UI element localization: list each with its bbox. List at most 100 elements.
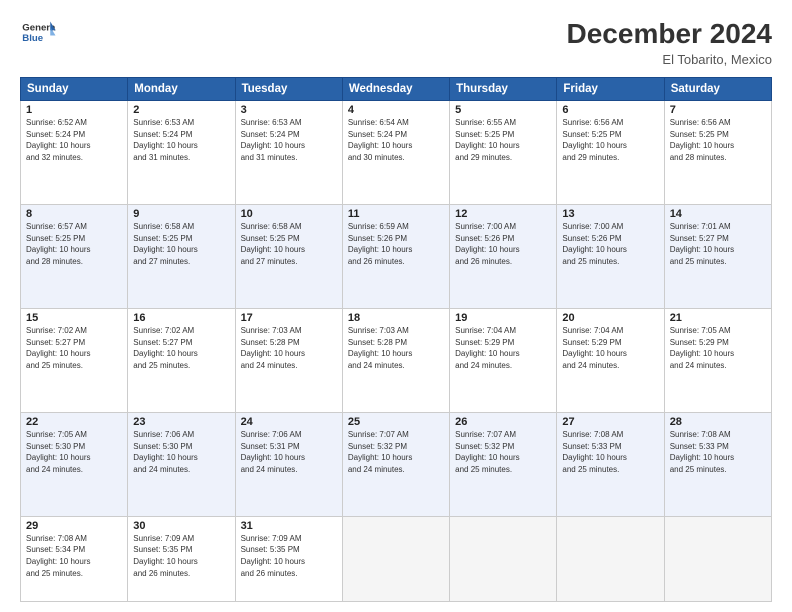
day-info: Sunrise: 6:53 AMSunset: 5:24 PMDaylight:… [133, 117, 229, 163]
day-info: Sunrise: 6:53 AMSunset: 5:24 PMDaylight:… [241, 117, 337, 163]
day-info: Sunrise: 7:07 AMSunset: 5:32 PMDaylight:… [455, 429, 551, 475]
col-header-saturday: Saturday [664, 78, 771, 101]
day-number: 6 [562, 104, 658, 116]
day-number: 12 [455, 208, 551, 220]
day-number: 19 [455, 312, 551, 324]
day-info: Sunrise: 7:08 AMSunset: 5:34 PMDaylight:… [26, 533, 122, 579]
day-number: 14 [670, 208, 766, 220]
day-number: 5 [455, 104, 551, 116]
day-info: Sunrise: 6:56 AMSunset: 5:25 PMDaylight:… [562, 117, 658, 163]
calendar-table: SundayMondayTuesdayWednesdayThursdayFrid… [20, 77, 772, 602]
day-number: 11 [348, 208, 444, 220]
empty-cell [450, 516, 557, 601]
day-cell-29: 29Sunrise: 7:08 AMSunset: 5:34 PMDayligh… [21, 516, 128, 601]
day-info: Sunrise: 7:06 AMSunset: 5:31 PMDaylight:… [241, 429, 337, 475]
day-number: 22 [26, 416, 122, 428]
day-cell-20: 20Sunrise: 7:04 AMSunset: 5:29 PMDayligh… [557, 308, 664, 412]
day-info: Sunrise: 7:02 AMSunset: 5:27 PMDaylight:… [133, 325, 229, 371]
day-info: Sunrise: 6:54 AMSunset: 5:24 PMDaylight:… [348, 117, 444, 163]
week-row-4: 22Sunrise: 7:05 AMSunset: 5:30 PMDayligh… [21, 412, 772, 516]
header: General Blue December 2024 El Tobarito, … [20, 18, 772, 67]
day-number: 9 [133, 208, 229, 220]
col-header-sunday: Sunday [21, 78, 128, 101]
day-number: 8 [26, 208, 122, 220]
day-cell-5: 5Sunrise: 6:55 AMSunset: 5:25 PMDaylight… [450, 101, 557, 205]
day-cell-13: 13Sunrise: 7:00 AMSunset: 5:26 PMDayligh… [557, 204, 664, 308]
day-cell-6: 6Sunrise: 6:56 AMSunset: 5:25 PMDaylight… [557, 101, 664, 205]
header-row: SundayMondayTuesdayWednesdayThursdayFrid… [21, 78, 772, 101]
day-number: 24 [241, 416, 337, 428]
day-info: Sunrise: 6:52 AMSunset: 5:24 PMDaylight:… [26, 117, 122, 163]
day-cell-14: 14Sunrise: 7:01 AMSunset: 5:27 PMDayligh… [664, 204, 771, 308]
calendar: SundayMondayTuesdayWednesdayThursdayFrid… [20, 77, 772, 602]
day-info: Sunrise: 6:59 AMSunset: 5:26 PMDaylight:… [348, 221, 444, 267]
day-number: 23 [133, 416, 229, 428]
day-number: 18 [348, 312, 444, 324]
day-cell-25: 25Sunrise: 7:07 AMSunset: 5:32 PMDayligh… [342, 412, 449, 516]
day-info: Sunrise: 6:56 AMSunset: 5:25 PMDaylight:… [670, 117, 766, 163]
day-info: Sunrise: 7:00 AMSunset: 5:26 PMDaylight:… [455, 221, 551, 267]
page: General Blue December 2024 El Tobarito, … [0, 0, 792, 612]
day-cell-30: 30Sunrise: 7:09 AMSunset: 5:35 PMDayligh… [128, 516, 235, 601]
day-info: Sunrise: 7:08 AMSunset: 5:33 PMDaylight:… [670, 429, 766, 475]
day-info: Sunrise: 7:05 AMSunset: 5:29 PMDaylight:… [670, 325, 766, 371]
day-info: Sunrise: 6:58 AMSunset: 5:25 PMDaylight:… [133, 221, 229, 267]
day-number: 30 [133, 520, 229, 532]
day-number: 4 [348, 104, 444, 116]
day-number: 26 [455, 416, 551, 428]
day-info: Sunrise: 7:07 AMSunset: 5:32 PMDaylight:… [348, 429, 444, 475]
col-header-monday: Monday [128, 78, 235, 101]
day-info: Sunrise: 7:08 AMSunset: 5:33 PMDaylight:… [562, 429, 658, 475]
week-row-2: 8Sunrise: 6:57 AMSunset: 5:25 PMDaylight… [21, 204, 772, 308]
day-info: Sunrise: 7:02 AMSunset: 5:27 PMDaylight:… [26, 325, 122, 371]
day-cell-17: 17Sunrise: 7:03 AMSunset: 5:28 PMDayligh… [235, 308, 342, 412]
day-cell-27: 27Sunrise: 7:08 AMSunset: 5:33 PMDayligh… [557, 412, 664, 516]
day-number: 28 [670, 416, 766, 428]
day-info: Sunrise: 7:03 AMSunset: 5:28 PMDaylight:… [348, 325, 444, 371]
day-number: 20 [562, 312, 658, 324]
day-info: Sunrise: 7:06 AMSunset: 5:30 PMDaylight:… [133, 429, 229, 475]
day-cell-10: 10Sunrise: 6:58 AMSunset: 5:25 PMDayligh… [235, 204, 342, 308]
day-cell-31: 31Sunrise: 7:09 AMSunset: 5:35 PMDayligh… [235, 516, 342, 601]
day-info: Sunrise: 6:57 AMSunset: 5:25 PMDaylight:… [26, 221, 122, 267]
day-number: 17 [241, 312, 337, 324]
month-title: December 2024 [567, 18, 772, 50]
day-cell-16: 16Sunrise: 7:02 AMSunset: 5:27 PMDayligh… [128, 308, 235, 412]
day-cell-22: 22Sunrise: 7:05 AMSunset: 5:30 PMDayligh… [21, 412, 128, 516]
col-header-friday: Friday [557, 78, 664, 101]
empty-cell [342, 516, 449, 601]
day-cell-19: 19Sunrise: 7:04 AMSunset: 5:29 PMDayligh… [450, 308, 557, 412]
day-number: 27 [562, 416, 658, 428]
week-row-1: 1Sunrise: 6:52 AMSunset: 5:24 PMDaylight… [21, 101, 772, 205]
day-info: Sunrise: 7:09 AMSunset: 5:35 PMDaylight:… [133, 533, 229, 579]
day-cell-21: 21Sunrise: 7:05 AMSunset: 5:29 PMDayligh… [664, 308, 771, 412]
svg-text:Blue: Blue [22, 33, 43, 44]
day-number: 29 [26, 520, 122, 532]
day-info: Sunrise: 7:09 AMSunset: 5:35 PMDaylight:… [241, 533, 337, 579]
day-cell-11: 11Sunrise: 6:59 AMSunset: 5:26 PMDayligh… [342, 204, 449, 308]
title-block: December 2024 El Tobarito, Mexico [567, 18, 772, 67]
day-number: 31 [241, 520, 337, 532]
day-info: Sunrise: 7:00 AMSunset: 5:26 PMDaylight:… [562, 221, 658, 267]
day-cell-1: 1Sunrise: 6:52 AMSunset: 5:24 PMDaylight… [21, 101, 128, 205]
day-cell-26: 26Sunrise: 7:07 AMSunset: 5:32 PMDayligh… [450, 412, 557, 516]
empty-cell [664, 516, 771, 601]
day-cell-18: 18Sunrise: 7:03 AMSunset: 5:28 PMDayligh… [342, 308, 449, 412]
day-info: Sunrise: 7:03 AMSunset: 5:28 PMDaylight:… [241, 325, 337, 371]
day-number: 15 [26, 312, 122, 324]
day-number: 7 [670, 104, 766, 116]
day-cell-9: 9Sunrise: 6:58 AMSunset: 5:25 PMDaylight… [128, 204, 235, 308]
day-info: Sunrise: 6:58 AMSunset: 5:25 PMDaylight:… [241, 221, 337, 267]
day-cell-7: 7Sunrise: 6:56 AMSunset: 5:25 PMDaylight… [664, 101, 771, 205]
col-header-wednesday: Wednesday [342, 78, 449, 101]
day-number: 21 [670, 312, 766, 324]
day-number: 10 [241, 208, 337, 220]
day-number: 1 [26, 104, 122, 116]
col-header-tuesday: Tuesday [235, 78, 342, 101]
day-info: Sunrise: 6:55 AMSunset: 5:25 PMDaylight:… [455, 117, 551, 163]
day-info: Sunrise: 7:01 AMSunset: 5:27 PMDaylight:… [670, 221, 766, 267]
day-number: 25 [348, 416, 444, 428]
day-info: Sunrise: 7:05 AMSunset: 5:30 PMDaylight:… [26, 429, 122, 475]
empty-cell [557, 516, 664, 601]
week-row-5: 29Sunrise: 7:08 AMSunset: 5:34 PMDayligh… [21, 516, 772, 601]
